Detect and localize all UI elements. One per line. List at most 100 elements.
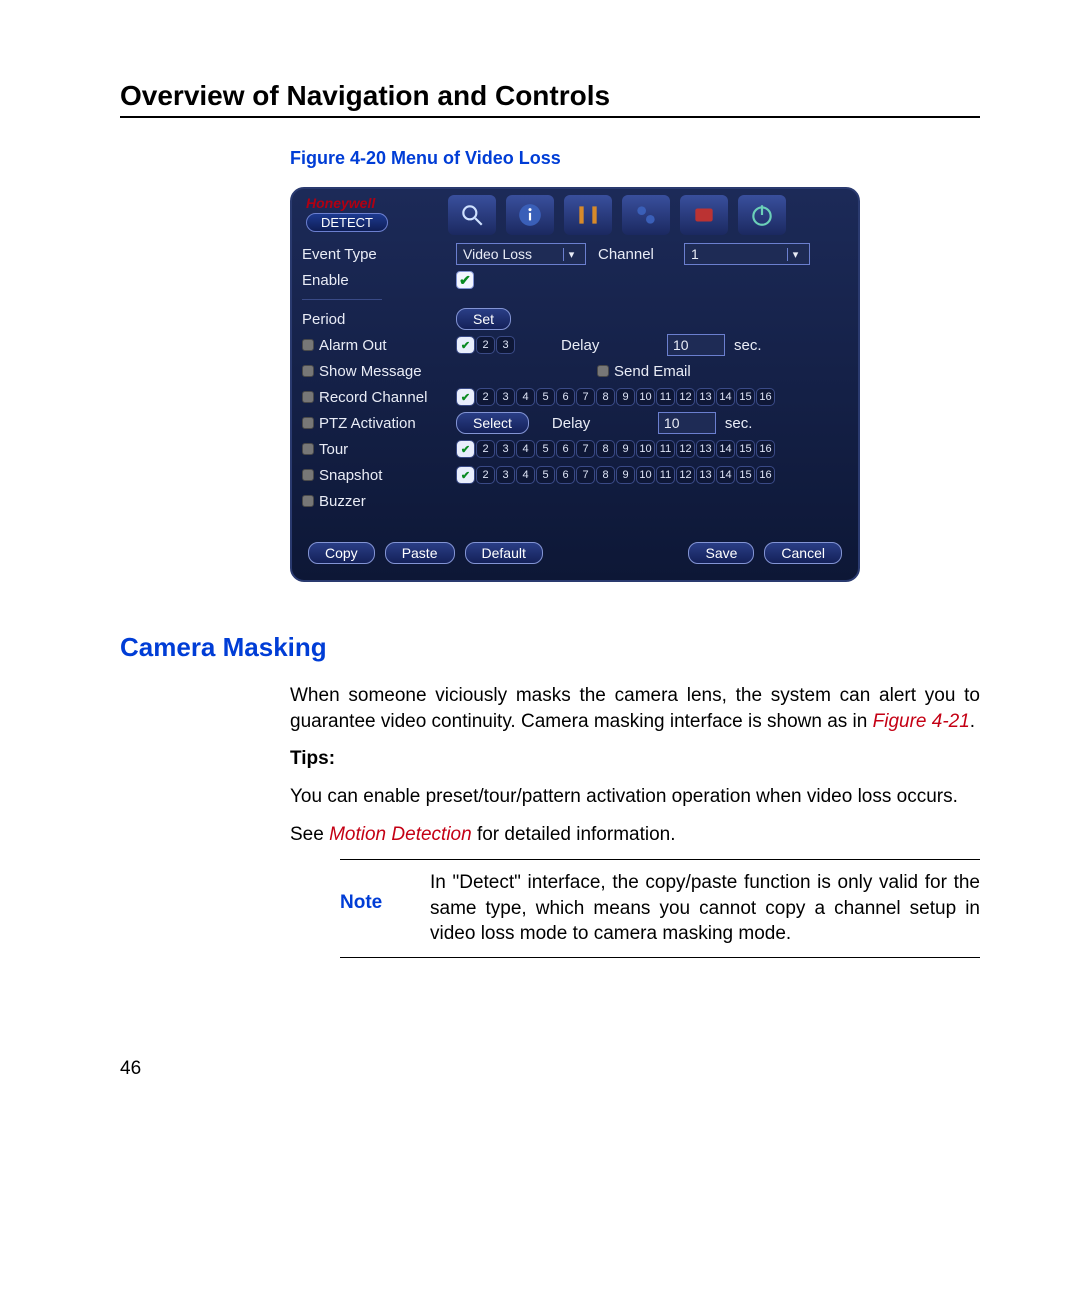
figure-reference: Figure 4-21 (873, 711, 970, 732)
note-box: Note In "Detect" interface, the copy/pas… (340, 859, 980, 958)
channel-chip[interactable]: 8 (596, 466, 615, 484)
channel-chip[interactable]: 7 (576, 388, 595, 406)
info-icon[interactable] (506, 195, 554, 235)
channel-chip[interactable]: ✔ (456, 466, 475, 484)
channel-chip[interactable]: 8 (596, 440, 615, 458)
motion-detection-link[interactable]: Motion Detection (329, 824, 472, 845)
ptz-activation-label[interactable]: PTZ Activation (302, 415, 450, 432)
chevron-down-icon: ▾ (563, 248, 579, 261)
figure-caption: Figure 4-20 Menu of Video Loss (290, 148, 980, 169)
channel-chip[interactable]: 16 (756, 388, 775, 406)
channel-chip[interactable]: 12 (676, 440, 695, 458)
channel-chip[interactable]: 6 (556, 440, 575, 458)
snapshot-chips[interactable]: ✔2345678910111213141516 (456, 466, 775, 484)
channel-chip[interactable]: 13 (696, 388, 715, 406)
event-type-dropdown[interactable]: Video Loss ▾ (456, 243, 586, 265)
channel-chip[interactable]: 13 (696, 466, 715, 484)
default-button[interactable]: Default (465, 542, 543, 564)
channel-chip[interactable]: 13 (696, 440, 715, 458)
channel-chip[interactable]: 11 (656, 466, 675, 484)
channel-chip[interactable]: 3 (496, 336, 515, 354)
sec-label: sec. (725, 415, 753, 432)
channel-chip[interactable]: 11 (656, 388, 675, 406)
advanced-icon[interactable] (622, 195, 670, 235)
channel-chip[interactable]: 15 (736, 388, 755, 406)
sec-label: sec. (734, 337, 762, 354)
buzzer-label[interactable]: Buzzer (302, 493, 450, 510)
channel-label: Channel (598, 246, 678, 263)
alarm-delay-input[interactable]: 10 (667, 334, 725, 356)
channel-chip[interactable]: ✔ (456, 388, 475, 406)
event-type-label: Event Type (302, 246, 450, 263)
enable-label: Enable (302, 272, 450, 289)
channel-chip[interactable]: 5 (536, 466, 555, 484)
snapshot-label[interactable]: Snapshot (302, 467, 450, 484)
paste-button[interactable]: Paste (385, 542, 455, 564)
channel-chip[interactable]: 4 (516, 388, 535, 406)
page-number: 46 (120, 1058, 980, 1080)
channel-chip[interactable]: 3 (496, 440, 515, 458)
section-heading: Camera Masking (120, 632, 980, 663)
show-message-label[interactable]: Show Message (302, 363, 450, 380)
channel-chip[interactable]: 5 (536, 440, 555, 458)
save-button[interactable]: Save (688, 542, 754, 564)
channel-chip[interactable]: ✔ (456, 440, 475, 458)
channel-chip[interactable]: 2 (476, 466, 495, 484)
channel-chip[interactable]: 12 (676, 466, 695, 484)
channel-chip[interactable]: 7 (576, 440, 595, 458)
title-rule (120, 116, 980, 118)
record-channel-label[interactable]: Record Channel (302, 389, 450, 406)
channel-chip[interactable]: 9 (616, 440, 635, 458)
backup-icon[interactable] (680, 195, 728, 235)
channel-chip[interactable]: 3 (496, 466, 515, 484)
channel-dropdown[interactable]: 1 ▾ (684, 243, 810, 265)
channel-chip[interactable]: 14 (716, 440, 735, 458)
channel-chip[interactable]: ✔ (456, 336, 475, 354)
ptz-select-button[interactable]: Select (456, 412, 529, 434)
tips-heading: Tips: (290, 746, 980, 772)
channel-chip[interactable]: 15 (736, 466, 755, 484)
channel-chip[interactable]: 9 (616, 466, 635, 484)
channel-chip[interactable]: 2 (476, 440, 495, 458)
channel-chip[interactable]: 4 (516, 440, 535, 458)
tour-label[interactable]: Tour (302, 441, 450, 458)
channel-chip[interactable]: 10 (636, 388, 655, 406)
channel-chip[interactable]: 6 (556, 388, 575, 406)
record-channel-chips[interactable]: ✔2345678910111213141516 (456, 388, 775, 406)
tour-chips[interactable]: ✔2345678910111213141516 (456, 440, 775, 458)
channel-chip[interactable]: 14 (716, 388, 735, 406)
channel-chip[interactable]: 9 (616, 388, 635, 406)
settings-icon[interactable] (564, 195, 612, 235)
copy-button[interactable]: Copy (308, 542, 375, 564)
see-line: See Motion Detection for detailed inform… (290, 822, 980, 848)
channel-chip[interactable]: 10 (636, 440, 655, 458)
channel-chip[interactable]: 15 (736, 440, 755, 458)
enable-checkbox[interactable]: ✔ (456, 271, 474, 289)
channel-chip[interactable]: 16 (756, 466, 775, 484)
channel-chip[interactable]: 14 (716, 466, 735, 484)
alarm-out-chips[interactable]: ✔23 (456, 336, 515, 354)
tips-text: You can enable preset/tour/pattern activ… (290, 784, 980, 810)
channel-chip[interactable]: 5 (536, 388, 555, 406)
period-set-button[interactable]: Set (456, 308, 511, 330)
cancel-button[interactable]: Cancel (764, 542, 842, 564)
channel-chip[interactable]: 8 (596, 388, 615, 406)
shutdown-icon[interactable] (738, 195, 786, 235)
channel-chip[interactable]: 10 (636, 466, 655, 484)
channel-chip[interactable]: 12 (676, 388, 695, 406)
channel-chip[interactable]: 7 (576, 466, 595, 484)
event-type-value: Video Loss (463, 246, 532, 262)
channel-chip[interactable]: 4 (516, 466, 535, 484)
channel-chip[interactable]: 11 (656, 440, 675, 458)
ptz-delay-input[interactable]: 10 (658, 412, 716, 434)
category-tab[interactable]: DETECT (306, 213, 388, 232)
dvr-panel: Honeywell DETECT Event Type Video Loss ▾ (290, 187, 860, 582)
channel-chip[interactable]: 6 (556, 466, 575, 484)
channel-chip[interactable]: 16 (756, 440, 775, 458)
send-email-label[interactable]: Send Email (597, 363, 691, 380)
channel-chip[interactable]: 3 (496, 388, 515, 406)
brand-label: Honeywell (306, 195, 442, 211)
channel-chip[interactable]: 2 (476, 388, 495, 406)
channel-chip[interactable]: 2 (476, 336, 495, 354)
search-icon[interactable] (448, 195, 496, 235)
